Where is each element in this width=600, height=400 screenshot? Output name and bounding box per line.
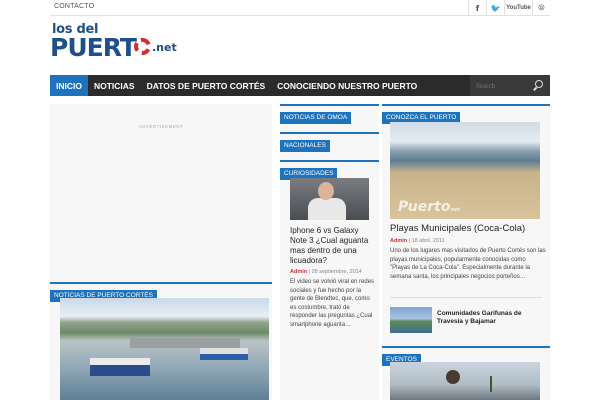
port-image[interactable] — [60, 298, 269, 400]
article-image[interactable] — [290, 178, 369, 220]
twitter-icon[interactable]: 🐦 — [486, 0, 504, 16]
middle-column: NOTICIAS DE OMOA NACIONALES CURIOSIDADES… — [280, 104, 379, 400]
ship-shape — [90, 358, 150, 376]
ship-shape — [200, 348, 248, 360]
youtube-icon[interactable]: YouTube — [504, 0, 532, 16]
person-shape — [446, 370, 460, 384]
article-author[interactable]: Admin — [390, 238, 407, 244]
watermark-text: Puerto — [398, 199, 451, 215]
facebook-icon[interactable]: f — [468, 0, 486, 16]
section-noticias-puerto-cortes: NOTICIAS DE PUERTO CORTÉS — [50, 282, 272, 302]
article-excerpt: El video se volvió viral en redes social… — [290, 279, 375, 328]
article-date: 18 abril, 2011 — [411, 238, 445, 244]
rss-icon[interactable]: ⦾ — [532, 0, 550, 16]
contact-link[interactable]: CONTACTO — [54, 3, 94, 10]
image-watermark: Puertonet — [398, 199, 460, 215]
right-column: CONOZCA EL PUERTO Puertonet Playas Munic… — [382, 104, 550, 400]
beach-image[interactable]: Puertonet — [390, 122, 540, 219]
divider — [390, 297, 542, 298]
article-author[interactable]: Admin — [290, 269, 307, 275]
main-column: ADVERTISEMENT NOTICIAS DE PUERTO CORTÉS — [50, 104, 272, 400]
ad-label: ADVERTISEMENT — [138, 124, 184, 129]
article-title[interactable]: Playas Municipales (Coca-Cola) — [390, 223, 546, 234]
article-meta: Admin | 28 septiembre, 2014 — [290, 269, 362, 275]
search-box — [470, 75, 550, 96]
events-image[interactable] — [390, 362, 540, 400]
logo-suffix: .net — [152, 41, 177, 54]
search-input[interactable] — [470, 81, 532, 90]
nav-item-conociendo[interactable]: CONOCIENDO NUESTRO PUERTO — [271, 75, 423, 96]
palm-shape — [490, 376, 492, 392]
logo-line2: PUERT — [50, 33, 137, 62]
person-shape — [308, 198, 346, 220]
small-article-title[interactable]: Comunidades Garifunas de Travesia y Baja… — [437, 310, 542, 326]
article-excerpt: Uno de los lugares mas visitados de Puer… — [390, 248, 546, 280]
nav-item-inicio[interactable]: INICIO — [50, 75, 88, 96]
search-icon[interactable] — [532, 79, 544, 92]
section-eventos: EVENTOS — [382, 346, 550, 366]
article-date: 28 septiembre, 2014 — [311, 269, 362, 275]
pier-shape — [130, 338, 240, 348]
person-head-shape — [318, 182, 334, 200]
section-noticias-omoa: NOTICIAS DE OMOA — [280, 104, 379, 124]
social-links: f 🐦 YouTube ⦾ — [468, 0, 550, 16]
article-meta: Admin | 18 abril, 2011 — [390, 238, 445, 244]
section-nacionales: NACIONALES — [280, 132, 379, 152]
nav-item-noticias[interactable]: NOTICIAS — [88, 75, 141, 96]
main-nav: INICIO NOTICIAS DATOS DE PUERTO CORTÉS C… — [50, 75, 550, 96]
section-curiosidades: CURIOSIDADES — [280, 160, 379, 180]
section-label[interactable]: NOTICIAS DE OMOA — [280, 112, 352, 124]
site-logo[interactable]: los del PUERT .net — [50, 22, 180, 62]
top-bar: CONTACTO f 🐦 YouTube ⦾ — [50, 0, 550, 16]
lifebuoy-icon — [134, 38, 151, 55]
section-label[interactable]: NACIONALES — [280, 140, 330, 152]
watermark-small-text: net — [450, 207, 460, 213]
article-title[interactable]: Iphone 6 vs Galaxy Note 3 ¿Cual aguanta … — [290, 226, 372, 266]
section-conozca-el-puerto: CONOZCA EL PUERTO — [382, 104, 550, 124]
nav-item-datos[interactable]: DATOS DE PUERTO CORTÉS — [141, 75, 272, 96]
article-thumbnail[interactable] — [390, 307, 432, 333]
